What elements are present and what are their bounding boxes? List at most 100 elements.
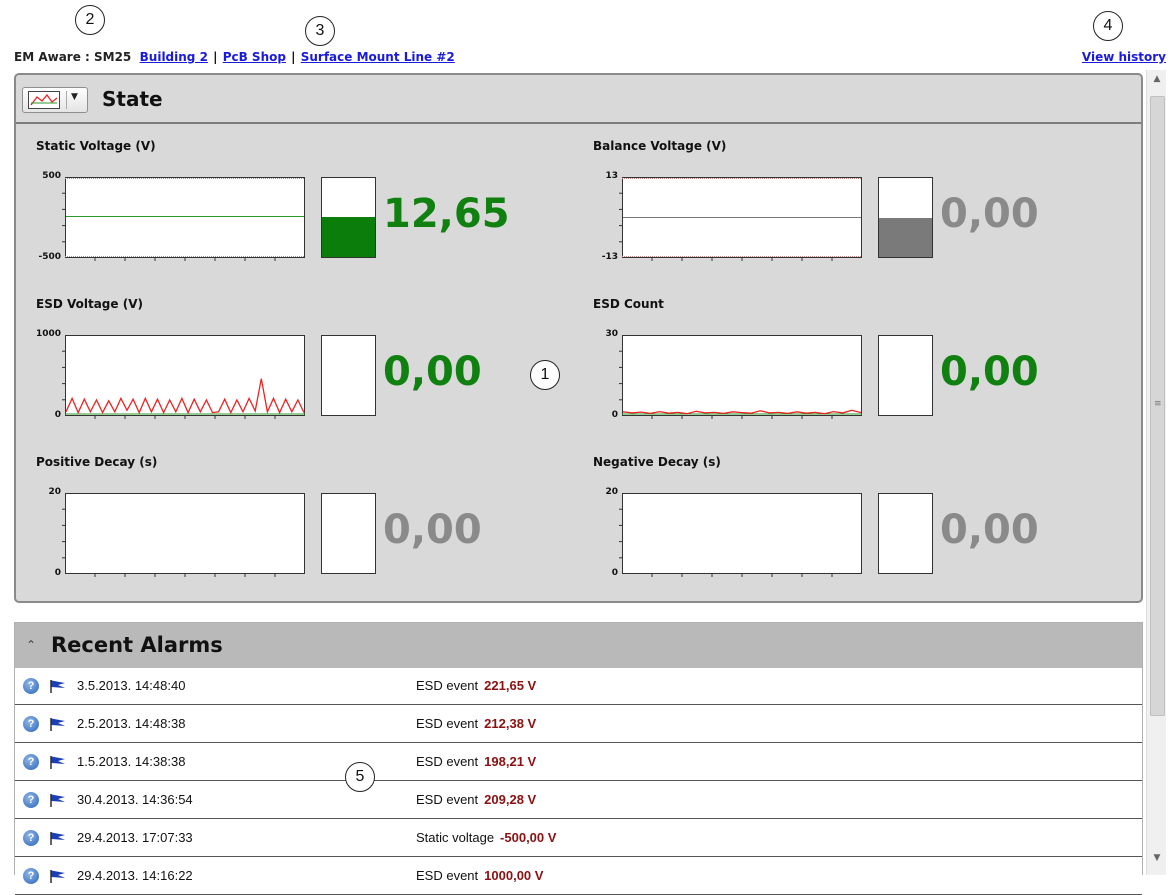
breadcrumb-separator: | (291, 50, 296, 64)
callout-1: 1 (530, 360, 560, 390)
positive-decay-s-plot (62, 493, 305, 577)
chevron-up-icon[interactable]: ⌃ (26, 638, 36, 652)
balance-voltage-v-plot (619, 177, 862, 261)
scroll-thumb[interactable]: ≡ (1150, 96, 1165, 716)
alarm-type: ESD event (416, 678, 479, 693)
recent-alarms-title: Recent Alarms (51, 633, 223, 657)
balance-voltage-v-label: Balance Voltage (V) (593, 139, 727, 153)
breadcrumb-link-shop[interactable]: PcB Shop (223, 50, 286, 64)
alarm-type: ESD event (416, 716, 479, 731)
question-circle-icon[interactable]: ? (23, 830, 39, 846)
y-axis-max-label: 30 (605, 329, 618, 339)
question-circle-icon[interactable]: ? (23, 716, 39, 732)
alarm-row[interactable]: ? 3.5.2013. 14:48:40 ESD event 221,65 V (15, 668, 1142, 705)
alarm-description: ESD event 198,21 V (416, 754, 536, 769)
flag-icon[interactable] (49, 755, 67, 769)
alarm-value: 212,38 V (484, 716, 537, 731)
alarm-value: -500,00 V (500, 830, 557, 845)
flag-icon[interactable] (49, 717, 67, 731)
y-axis-min-label: 0 (54, 410, 61, 420)
recent-alarms-panel: ⌃ Recent Alarms ? 3.5.2013. 14:48:40 ESD e… (14, 622, 1143, 895)
flag-icon[interactable] (49, 793, 67, 807)
plot-area (65, 493, 305, 574)
alarm-type: Static voltage (416, 830, 495, 845)
callout-3: 3 (305, 16, 335, 46)
question-circle-icon[interactable]: ? (23, 868, 39, 884)
esd-voltage-v-label: ESD Voltage (V) (36, 297, 143, 311)
view-history-link[interactable]: View history (1082, 50, 1166, 64)
alarm-description: ESD event 209,28 V (416, 792, 536, 807)
scroll-up-arrow-icon[interactable]: ▲ (1147, 70, 1167, 88)
y-axis-min-label: 0 (611, 568, 618, 578)
flag-icon[interactable] (49, 869, 67, 883)
alarm-description: ESD event 221,65 V (416, 678, 536, 693)
esd-count-label: ESD Count (593, 297, 664, 311)
esd-voltage-v-gauge (321, 335, 376, 416)
state-title: State (102, 87, 163, 111)
alarm-row[interactable]: ? 1.5.2013. 14:38:38 ESD event 198,21 V (15, 744, 1142, 781)
alarm-time: 3.5.2013. 14:48:40 (77, 678, 186, 693)
breadcrumb-device: EM Aware : SM25 (14, 50, 132, 64)
alarm-row[interactable]: ? 2.5.2013. 14:48:38 ESD event 212,38 V (15, 706, 1142, 743)
question-circle-icon[interactable]: ? (23, 678, 39, 694)
alarm-value: 198,21 V (484, 754, 537, 769)
positive-decay-s-value: 0,00 (383, 507, 482, 553)
y-axis-max-label: 500 (42, 171, 61, 181)
alarm-description: ESD event 212,38 V (416, 716, 536, 731)
callout-4: 4 (1093, 11, 1123, 41)
dropdown-divider (66, 91, 67, 109)
balance-voltage-v-gauge (878, 177, 933, 258)
gauge-fill (879, 217, 932, 257)
breadcrumb: EM Aware : SM25 Building 2 | PcB Shop | … (14, 50, 455, 64)
negative-decay-s-gauge (878, 493, 933, 574)
plot-area (65, 335, 305, 416)
y-axis-min-label: 0 (611, 410, 618, 420)
breadcrumb-link-line[interactable]: Surface Mount Line #2 (301, 50, 455, 64)
alarm-row[interactable]: ? 30.4.2013. 14:36:54 ESD event 209,28 V (15, 782, 1142, 819)
scroll-down-arrow-icon[interactable]: ▼ (1147, 849, 1167, 867)
balance-voltage-v-value: 0,00 (940, 191, 1039, 237)
y-axis-max-label: 20 (605, 487, 618, 497)
y-axis-min-label: -13 (601, 252, 618, 262)
chart-type-dropdown[interactable]: ▼ (22, 87, 88, 113)
y-axis-max-label: 1000 (35, 329, 61, 339)
grip-icon: ≡ (1154, 399, 1162, 409)
state-header: ▼ State (16, 75, 1141, 124)
flag-icon[interactable] (49, 679, 67, 693)
alarm-time: 2.5.2013. 14:48:38 (77, 716, 186, 731)
positive-decay-s-gauge (321, 493, 376, 574)
chevron-down-icon: ▼ (71, 92, 78, 102)
state-panel: ▼ State Static Voltage (V) 500 -500 12,65 Ba… (14, 73, 1143, 603)
alarm-time: 30.4.2013. 14:36:54 (77, 792, 193, 807)
alarm-row[interactable]: ? 29.4.2013. 17:07:33 Static voltage -500,0… (15, 820, 1142, 857)
alarm-description: ESD event 1000,00 V (416, 868, 543, 883)
question-circle-icon[interactable]: ? (23, 754, 39, 770)
breadcrumb-link-building[interactable]: Building 2 (140, 50, 208, 64)
negative-decay-s-value: 0,00 (940, 507, 1039, 553)
flag-icon[interactable] (49, 831, 67, 845)
plot-area (622, 493, 862, 574)
callout-2: 2 (75, 5, 105, 35)
gauge-fill (322, 216, 375, 257)
alarm-row[interactable]: ? 29.4.2013. 14:16:22 ESD event 1000,00 V (15, 858, 1142, 895)
question-circle-icon[interactable]: ? (23, 792, 39, 808)
esd-count-plot (619, 335, 862, 419)
y-axis-min-label: -500 (38, 252, 61, 262)
alarm-time: 1.5.2013. 14:38:38 (77, 754, 186, 769)
y-axis-min-label: 0 (54, 568, 61, 578)
alarm-description: Static voltage -500,00 V (416, 830, 556, 845)
plot-area (65, 177, 305, 258)
alarm-value: 209,28 V (484, 792, 537, 807)
negative-decay-s-label: Negative Decay (s) (593, 455, 721, 469)
callout-5: 5 (345, 762, 375, 792)
y-axis-max-label: 20 (48, 487, 61, 497)
static-voltage-v-gauge (321, 177, 376, 258)
recent-alarms-header[interactable]: ⌃ Recent Alarms (15, 623, 1142, 668)
static-voltage-v-plot (62, 177, 305, 261)
alarm-time: 29.4.2013. 17:07:33 (77, 830, 193, 845)
alarm-value: 221,65 V (484, 678, 537, 693)
alarm-type: ESD event (416, 792, 479, 807)
alarm-value: 1000,00 V (484, 868, 544, 883)
vertical-scrollbar[interactable]: ▲ ≡ ▼ (1146, 70, 1166, 875)
line-chart-icon (28, 91, 60, 109)
